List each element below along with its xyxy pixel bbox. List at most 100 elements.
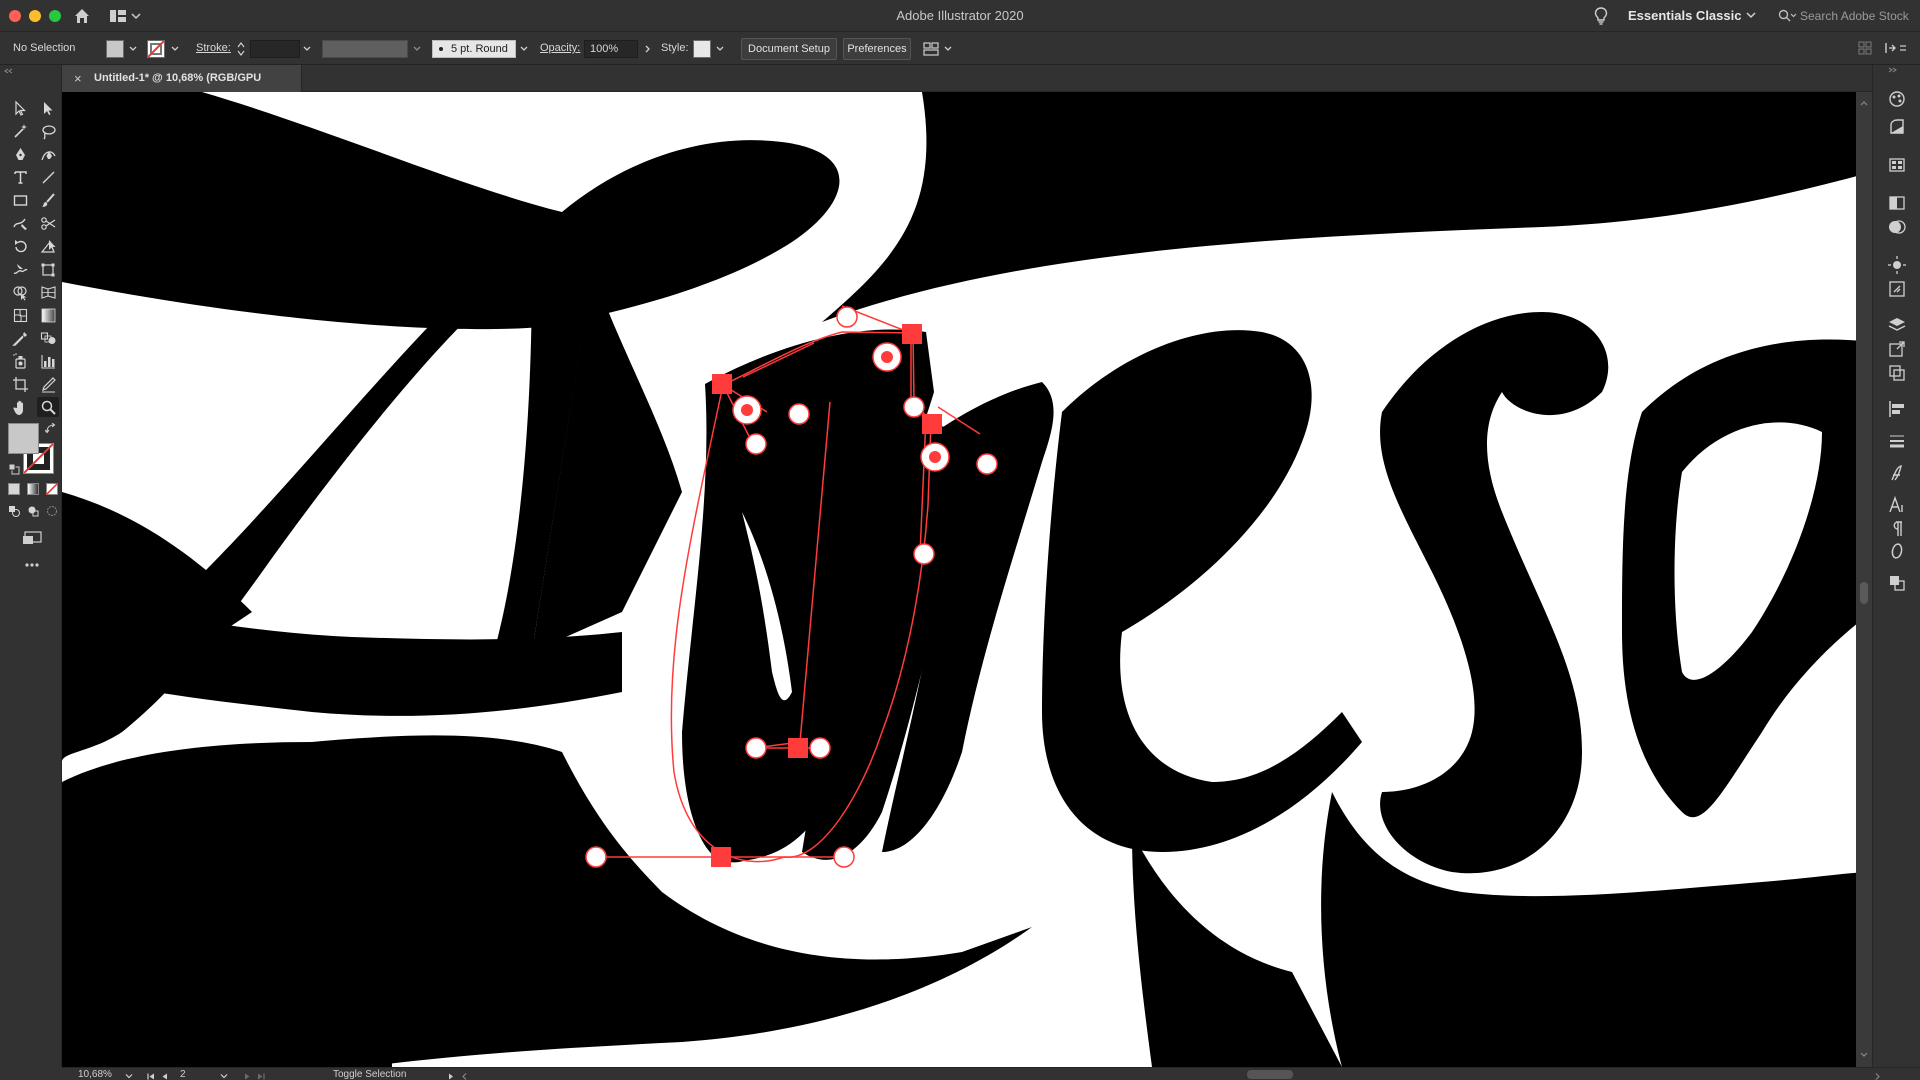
- bezier-handle[interactable]: [745, 737, 767, 759]
- anchor-point[interactable]: [902, 324, 922, 344]
- zoom-level[interactable]: 10,68%: [78, 1068, 112, 1080]
- window-maximize-button[interactable]: [49, 10, 61, 22]
- pen-tool[interactable]: [9, 144, 31, 164]
- bezier-handle[interactable]: [903, 396, 925, 418]
- fill-color-swatch[interactable]: [106, 40, 124, 58]
- curvature-tool[interactable]: [37, 144, 59, 164]
- bezier-handle[interactable]: [788, 403, 810, 425]
- color-guide-icon[interactable]: [1887, 117, 1907, 137]
- first-artboard-icon[interactable]: [146, 1070, 156, 1080]
- blend-tool[interactable]: [37, 328, 59, 348]
- paintbrush-tool[interactable]: [37, 190, 59, 210]
- magic-wand-tool[interactable]: [9, 121, 31, 141]
- opentype-panel-icon[interactable]: [1887, 541, 1907, 561]
- scroll-up-icon[interactable]: [1859, 98, 1869, 108]
- variable-width-profile[interactable]: [322, 40, 408, 58]
- chevron-down-icon[interactable]: [412, 44, 422, 54]
- previous-artboard-icon[interactable]: [160, 1070, 170, 1080]
- color-mode-button[interactable]: [8, 483, 20, 495]
- artboard[interactable]: [62, 92, 1872, 1067]
- close-icon[interactable]: ×: [74, 65, 82, 92]
- scissors-tool[interactable]: [37, 213, 59, 233]
- line-segment-tool[interactable]: [37, 167, 59, 187]
- status-text[interactable]: Toggle Selection: [333, 1068, 406, 1080]
- stepper-icon[interactable]: [236, 40, 246, 58]
- document-tab[interactable]: × Untitled-1* @ 10,68% (RGB/GPU Preview): [62, 65, 302, 111]
- chevron-down-icon[interactable]: [128, 44, 138, 54]
- appearance-panel-icon[interactable]: [1887, 255, 1907, 275]
- chevron-right-icon[interactable]: [446, 1070, 456, 1080]
- layers-panel-icon[interactable]: [1887, 315, 1907, 335]
- window-minimize-button[interactable]: [29, 10, 41, 22]
- graphic-styles-icon[interactable]: [1887, 279, 1907, 299]
- bezier-handle[interactable]: [836, 306, 858, 328]
- arrange-documents-icon[interactable]: [922, 40, 954, 58]
- chevron-down-icon[interactable]: [124, 1070, 134, 1080]
- stroke-label[interactable]: Stroke:: [196, 32, 231, 65]
- color-panel-icon[interactable]: [1887, 89, 1907, 109]
- search-stock-input[interactable]: Search Adobe Stock: [1774, 6, 1920, 26]
- direct-selection-tool[interactable]: [37, 98, 59, 118]
- chevron-down-icon[interactable]: [1744, 8, 1758, 22]
- stroke-weight-input[interactable]: [250, 40, 300, 58]
- selection-tool[interactable]: [9, 98, 31, 118]
- scroll-down-icon[interactable]: [1859, 1050, 1869, 1060]
- workspace-switcher-icon[interactable]: [109, 8, 141, 24]
- draw-behind-icon[interactable]: [27, 505, 39, 517]
- edit-toolbar-icon[interactable]: [24, 562, 40, 568]
- bezier-handle[interactable]: [833, 846, 855, 868]
- character-styles-icon[interactable]: [1887, 463, 1907, 483]
- swap-fill-stroke-icon[interactable]: [45, 423, 57, 435]
- next-artboard-icon[interactable]: [242, 1070, 252, 1080]
- draw-inside-icon[interactable]: [46, 505, 58, 517]
- asset-export-icon[interactable]: [1887, 339, 1907, 359]
- panel-collapse-icon[interactable]: [4, 68, 58, 74]
- column-graph-tool[interactable]: [37, 351, 59, 371]
- mesh-tool[interactable]: [9, 305, 31, 325]
- vertical-scrollbar[interactable]: [1856, 92, 1872, 1067]
- horizontal-scroll-thumb[interactable]: [1247, 1070, 1293, 1079]
- chevron-down-icon[interactable]: [219, 1070, 229, 1080]
- paragraph-panel-icon[interactable]: [1887, 519, 1907, 539]
- gradient-mode-button[interactable]: [27, 483, 39, 495]
- stroke-color-swatch[interactable]: [147, 40, 165, 58]
- opacity-input[interactable]: 100%: [584, 40, 638, 58]
- default-fill-stroke-icon[interactable]: [8, 463, 20, 475]
- rotate-tool[interactable]: [9, 236, 31, 256]
- pathfinder-panel-icon[interactable]: [1887, 573, 1907, 593]
- reshape-tool[interactable]: [37, 236, 59, 256]
- artboard-number[interactable]: 2: [180, 1068, 186, 1080]
- swatches-panel-icon[interactable]: [1887, 155, 1907, 175]
- eyedropper-tool[interactable]: [9, 328, 31, 348]
- chevron-right-icon[interactable]: [643, 44, 653, 54]
- fill-swatch[interactable]: [8, 423, 39, 454]
- draw-normal-icon[interactable]: [8, 505, 20, 517]
- anchor-point[interactable]: [711, 847, 731, 867]
- anchor-point[interactable]: [712, 374, 732, 394]
- bezier-handle[interactable]: [585, 846, 607, 868]
- lightbulb-icon[interactable]: [1594, 7, 1608, 25]
- home-icon[interactable]: [73, 7, 91, 25]
- dock-collapse-icon[interactable]: [1885, 67, 1909, 73]
- none-mode-button[interactable]: [46, 483, 58, 495]
- artboard-tool[interactable]: [9, 374, 31, 394]
- gradient-tool[interactable]: [37, 305, 59, 325]
- zoom-tool[interactable]: [37, 397, 59, 417]
- gradient-panel-icon[interactable]: [1887, 193, 1907, 213]
- window-close-button[interactable]: [9, 10, 21, 22]
- vertical-scroll-thumb[interactable]: [1860, 582, 1868, 604]
- chevron-down-icon[interactable]: [715, 44, 725, 54]
- artboards-panel-icon[interactable]: [1887, 363, 1907, 383]
- screen-mode-icon[interactable]: [22, 531, 44, 547]
- character-panel-icon[interactable]: [1887, 495, 1907, 515]
- rectangle-tool[interactable]: [9, 190, 31, 210]
- perspective-grid-tool[interactable]: [37, 282, 59, 302]
- canvas[interactable]: [62, 92, 1872, 1067]
- panel-layout-icon[interactable]: [1858, 41, 1872, 55]
- lasso-tool[interactable]: [37, 121, 59, 141]
- chevron-down-icon[interactable]: [302, 44, 312, 54]
- scroll-right-icon[interactable]: [1872, 1070, 1882, 1080]
- opacity-label[interactable]: Opacity:: [540, 32, 580, 65]
- anchor-point[interactable]: [788, 738, 808, 758]
- transparency-panel-icon[interactable]: [1887, 217, 1907, 237]
